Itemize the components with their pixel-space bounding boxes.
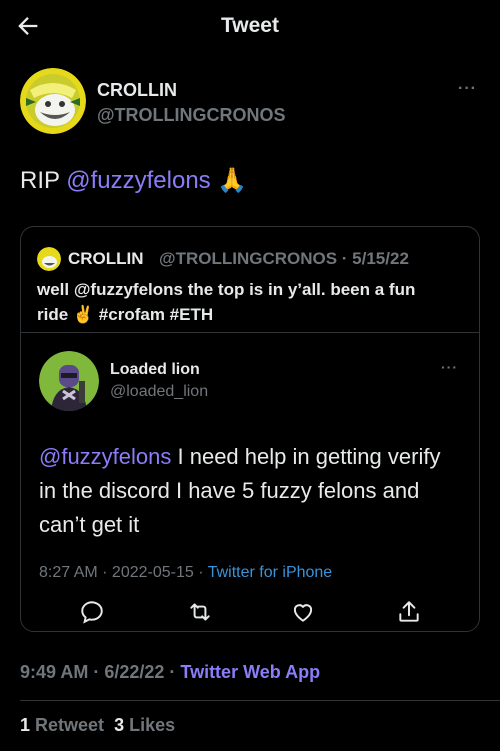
embedded-timestamp: 8:27 AM · 2022-05-15 · xyxy=(39,564,208,581)
embedded-tweet-text: @fuzzyfelons I need help in getting veri… xyxy=(39,440,459,542)
source-link[interactable]: Twitter Web App xyxy=(180,662,320,682)
tweet-author[interactable]: CROLLIN @TROLLINGCRONOS ··· xyxy=(20,68,480,138)
mention-link[interactable]: @fuzzyfelons xyxy=(66,167,210,194)
more-options-icon[interactable]: ··· xyxy=(458,80,477,98)
likes-label: Likes xyxy=(129,715,176,735)
mention-link[interactable]: @fuzzyfelons xyxy=(39,444,171,469)
likes-count: 3 xyxy=(114,715,125,735)
quoted-text-line: ride ✌️ #crofam #ETH xyxy=(37,305,214,324)
page-title: Tweet xyxy=(221,14,279,37)
quoted-tweet-card[interactable]: CROLLIN @TROLLINGCRONOS · 5/15/22 well @… xyxy=(20,226,480,632)
embedded-author-name[interactable]: Loaded lion xyxy=(110,361,200,379)
tweet-timestamp[interactable]: 9:49 AM · 6/22/22 · xyxy=(20,662,180,682)
retweet-icon[interactable] xyxy=(187,599,213,625)
action-bar xyxy=(21,599,479,629)
quoted-author-name: CROLLIN xyxy=(68,249,144,268)
reply-icon[interactable] xyxy=(79,599,105,625)
tweet-meta: 9:49 AM · 6/22/22 · Twitter Web App xyxy=(20,662,320,683)
avatar[interactable] xyxy=(20,68,86,134)
tweet-text: RIP @fuzzyfelons 🙏 xyxy=(20,166,247,195)
author-name[interactable]: CROLLIN xyxy=(97,80,177,101)
avatar[interactable] xyxy=(39,351,99,411)
quoted-text-line: well @fuzzyfelons the top is in y’all. b… xyxy=(37,280,416,299)
quoted-tweet-text: well @fuzzyfelons the top is in y’all. b… xyxy=(37,277,467,327)
quoted-author-handle-date: @TROLLINGCRONOS · 5/15/22 xyxy=(159,249,409,268)
quoted-tweet-header: CROLLIN @TROLLINGCRONOS · 5/15/22 xyxy=(37,247,477,273)
embedded-author-handle[interactable]: @loaded_lion xyxy=(110,383,208,401)
avatar xyxy=(37,247,61,271)
likes-stat[interactable]: 3 Likes xyxy=(114,715,175,735)
divider xyxy=(20,700,500,701)
source-link[interactable]: Twitter for iPhone xyxy=(208,564,333,581)
retweets-label: Retweet xyxy=(35,715,105,735)
retweets-stat[interactable]: 1 Retweet xyxy=(20,715,104,735)
share-icon[interactable] xyxy=(396,599,422,625)
retweets-count: 1 xyxy=(20,715,31,735)
more-options-icon[interactable]: ··· xyxy=(441,359,458,375)
embedded-tweet-meta: 8:27 AM · 2022-05-15 · Twitter for iPhon… xyxy=(39,564,332,582)
top-bar: Tweet xyxy=(0,0,500,52)
pray-emoji: 🙏 xyxy=(217,167,248,194)
author-handle[interactable]: @TROLLINGCRONOS xyxy=(97,105,286,126)
tweet-stats: 1 Retweet 3 Likes xyxy=(20,715,175,736)
like-icon[interactable] xyxy=(290,599,316,625)
tweet-text-prefix: RIP xyxy=(20,167,67,194)
embedded-tweet[interactable]: Loaded lion @loaded_lion ··· @fuzzyfelon… xyxy=(21,333,479,631)
